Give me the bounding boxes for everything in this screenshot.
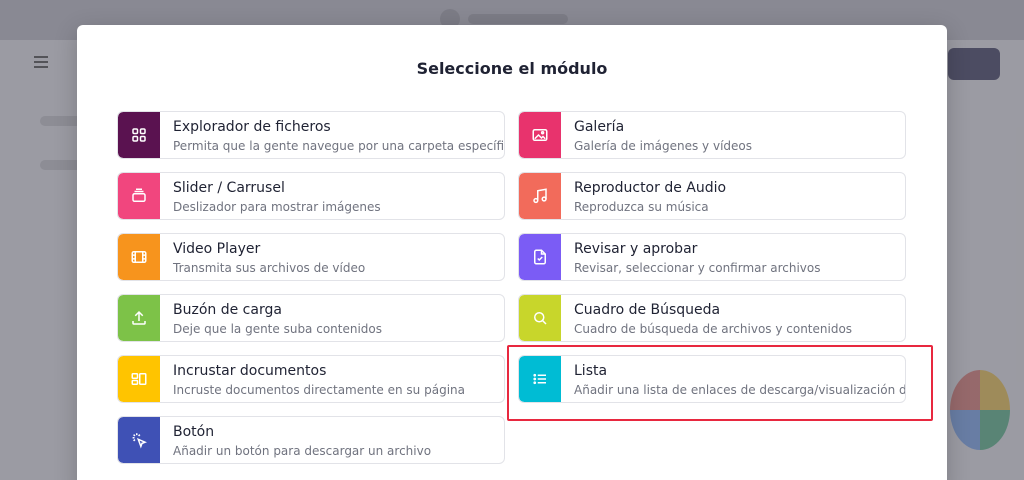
module-subtitle: Galería de imágenes y vídeos — [574, 139, 752, 153]
module-selector-modal: Seleccione el módulo Explorador de fiche… — [77, 25, 947, 480]
music-icon — [533, 188, 547, 204]
module-subtitle: Cuadro de búsqueda de archivos y conteni… — [574, 322, 853, 336]
upload-icon — [132, 310, 146, 325]
modal-title: Seleccione el módulo — [416, 59, 608, 78]
module-subtitle: Permita que la gente navegue por una car… — [173, 139, 504, 153]
module-subtitle: Deslizador para mostrar imágenes — [173, 200, 381, 214]
module-title: Video Player — [173, 241, 261, 257]
module-tile — [519, 295, 561, 341]
module-card-lista[interactable]: Lista Añadir una lista de enlaces de desc… — [518, 355, 906, 403]
module-card-boton[interactable]: Botón Añadir un botón para descargar un a… — [117, 416, 505, 464]
module-subtitle: Deje que la gente suba contenidos — [173, 322, 383, 336]
module-subtitle: Reproduzca su música — [574, 200, 709, 214]
file-check-icon — [534, 249, 546, 265]
search-icon — [534, 312, 547, 325]
module-card-buzon[interactable]: Buzón de carga Deje que la gente suba con… — [117, 294, 505, 342]
module-card-audio[interactable]: Reproductor de Audio Reproduzca su música — [518, 172, 906, 220]
module-card-galeria[interactable]: Galería Galería de imágenes y vídeos — [518, 111, 906, 159]
film-icon — [131, 251, 147, 263]
cursor-click-icon — [132, 433, 147, 449]
module-subtitle: Revisar, seleccionar y confirmar archivo… — [574, 261, 821, 275]
module-tile — [519, 356, 561, 402]
module-tile — [519, 173, 561, 219]
module-card-revisar[interactable]: Revisar y aprobar Revisar, seleccionar y … — [518, 233, 906, 281]
module-tile — [118, 356, 160, 402]
module-tile — [118, 234, 160, 280]
module-title: Buzón de carga — [173, 302, 282, 318]
module-tile — [519, 234, 561, 280]
module-title: Explorador de ficheros — [173, 119, 331, 135]
module-card-slider[interactable]: Slider / Carrusel Deslizador para mostrar… — [117, 172, 505, 220]
layers-icon — [132, 188, 146, 202]
list-icon — [533, 373, 546, 385]
module-title: Incrustar documentos — [173, 363, 327, 379]
module-tile — [519, 112, 561, 158]
embed-icon — [131, 373, 147, 385]
module-card-video[interactable]: Video Player Transmita sus archivos de ví… — [117, 233, 505, 281]
module-title: Slider / Carrusel — [173, 180, 285, 196]
module-subtitle: Transmita sus archivos de vídeo — [173, 261, 366, 275]
module-title: Revisar y aprobar — [574, 241, 698, 257]
module-tile — [118, 295, 160, 341]
image-icon — [532, 129, 548, 141]
grid-icon — [132, 128, 146, 142]
module-card-explorador[interactable]: Explorador de ficheros Permita que la gen… — [117, 111, 505, 159]
module-tile — [118, 173, 160, 219]
module-card-busqueda[interactable]: Cuadro de Búsqueda Cuadro de búsqueda de … — [518, 294, 906, 342]
module-subtitle: Añadir una lista de enlaces de descarga/… — [574, 383, 905, 397]
module-tile — [118, 417, 160, 463]
module-card-incrustar[interactable]: Incrustar documentos Incruste documentos … — [117, 355, 505, 403]
module-title: Reproductor de Audio — [574, 180, 727, 196]
module-subtitle: Añadir un botón para descargar un archiv… — [173, 444, 432, 458]
module-tile — [118, 112, 160, 158]
module-subtitle: Incruste documentos directamente en su p… — [173, 383, 465, 397]
module-title: Lista — [574, 363, 608, 379]
module-title: Galería — [574, 119, 625, 135]
module-title: Botón — [173, 424, 215, 440]
module-title: Cuadro de Búsqueda — [574, 302, 721, 318]
